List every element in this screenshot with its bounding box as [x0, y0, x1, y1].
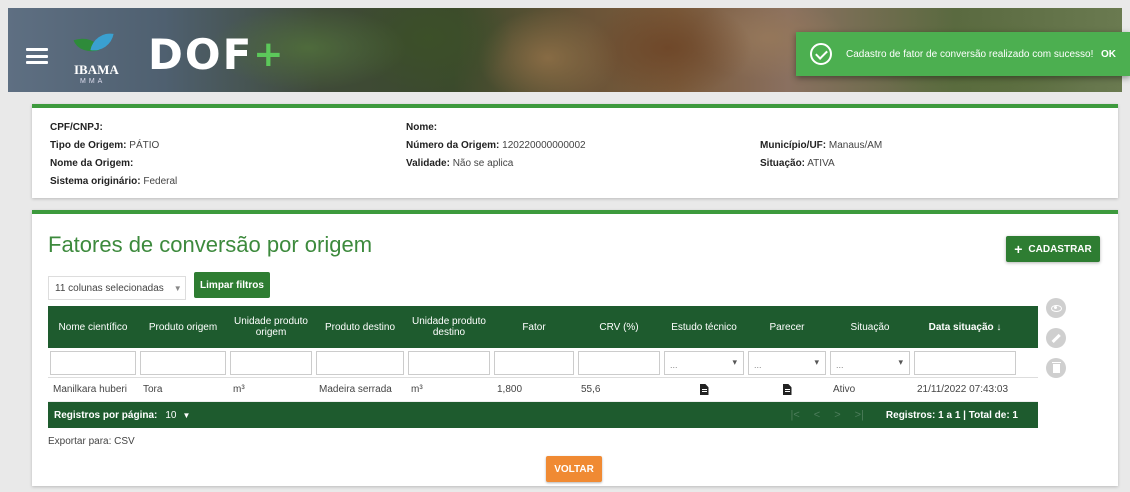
grid-footer: Registros por página: 10 ▼ |< < > >| Reg… — [48, 402, 1038, 428]
conversion-factors-grid: Nome científico Produto origem Unidade p… — [48, 306, 1038, 428]
municipio-field: Município/UF: Manaus/AM — [760, 140, 883, 151]
col-header-unidade-origem[interactable]: Unidade produto origem — [228, 306, 314, 348]
rows-per-page-label: Registros por página: — [54, 409, 158, 421]
col-header-estudo[interactable]: Estudo técnico — [662, 306, 746, 348]
validade-field: Validade: Não se aplica — [406, 158, 514, 169]
parecer-document-icon[interactable] — [746, 384, 828, 395]
last-page-icon[interactable]: >| — [855, 409, 864, 421]
dof-logo: DOF+ — [148, 30, 286, 79]
success-toast: Cadastro de fator de conversão realizado… — [796, 32, 1130, 76]
chevron-down-icon: ▼ — [173, 283, 182, 293]
toast-ok-button[interactable]: OK — [1101, 49, 1116, 60]
first-page-icon[interactable]: |< — [790, 409, 799, 421]
cell-data: 21/11/2022 07:43:03 — [917, 384, 1009, 395]
sistema-field: Sistema originário: Federal — [50, 176, 178, 187]
col-header-parecer[interactable]: Parecer — [746, 306, 828, 348]
plus-icon: + — [1014, 241, 1023, 257]
records-summary: Registros: 1 a 1 | Total de: 1 — [885, 409, 1018, 421]
cell-unidade-origem: m³ — [233, 384, 245, 395]
col-header-data[interactable]: Data situação ↓ — [912, 306, 1018, 348]
pagination: |< < > >| — [790, 409, 863, 421]
trash-icon — [1051, 361, 1061, 373]
page-title: Fatores de conversão por origem — [48, 232, 373, 257]
tipo-field: Tipo de Origem: PÁTIO — [50, 140, 160, 151]
ibama-text: IBAMA — [74, 62, 119, 77]
cell-situacao: Ativo — [833, 384, 856, 395]
check-circle-icon — [810, 43, 832, 65]
prev-page-icon[interactable]: < — [814, 409, 820, 421]
col-header-situacao[interactable]: Situação — [828, 306, 912, 348]
chevron-down-icon[interactable]: ▼ — [182, 411, 190, 420]
col-header-nome[interactable]: Nome científico — [48, 306, 138, 348]
cell-fator: 1,800 — [497, 384, 523, 395]
filter-unidade-origem-input[interactable] — [230, 350, 312, 375]
rows-per-page-select[interactable]: 10 — [165, 410, 176, 421]
menu-icon[interactable] — [26, 48, 48, 64]
numero-field: Número da Origem: 120220000000002 — [406, 140, 586, 151]
col-header-crv[interactable]: CRV (%) — [576, 306, 662, 348]
filter-estudo-dropdown[interactable]: ... — [664, 350, 744, 375]
clear-filters-button[interactable]: Limpar filtros — [194, 272, 270, 298]
column-selector-dropdown[interactable]: 11 colunas selecionadas ▼ — [48, 276, 186, 300]
table-row[interactable]: Manilkara huberi Tora m³ Madeira serrada… — [48, 378, 1038, 402]
view-button[interactable] — [1046, 298, 1066, 318]
row-actions — [1046, 298, 1068, 388]
filter-parecer-dropdown[interactable]: ... — [748, 350, 826, 375]
grid-header: Nome científico Produto origem Unidade p… — [48, 306, 1038, 348]
filter-unidade-destino-input[interactable] — [408, 350, 490, 375]
col-header-unidade-destino[interactable]: Unidade produto destino — [406, 306, 492, 348]
filter-data-input[interactable] — [914, 350, 1016, 375]
mma-text: MMA — [80, 78, 106, 85]
cell-produto-destino: Madeira serrada — [319, 384, 392, 395]
cell-crv: 55,6 — [581, 384, 601, 395]
cell-produto-origem: Tora — [143, 384, 163, 395]
cell-nome: Manilkara huberi — [53, 384, 127, 395]
cadastrar-button[interactable]: + CADASTRAR — [1006, 236, 1100, 262]
col-header-fator[interactable]: Fator — [492, 306, 576, 348]
nome-field: Nome: — [406, 122, 438, 133]
voltar-button[interactable]: VOLTAR — [546, 456, 602, 482]
filter-crv-input[interactable] — [578, 350, 660, 375]
ibama-logo: IBAMA MMA — [70, 30, 126, 92]
cpf-field: CPF/CNPJ: — [50, 122, 103, 133]
pencil-icon — [1051, 333, 1061, 343]
nome-origem-field: Nome da Origem: — [50, 158, 134, 169]
cell-unidade-destino: m³ — [411, 384, 423, 395]
estudo-document-icon[interactable] — [662, 384, 746, 395]
eye-icon — [1050, 304, 1062, 312]
situacao-field: Situação: ATIVA — [760, 158, 835, 169]
next-page-icon[interactable]: > — [834, 409, 840, 421]
filter-fator-input[interactable] — [494, 350, 574, 375]
filter-produto-destino-input[interactable] — [316, 350, 404, 375]
toast-message: Cadastro de fator de conversão realizado… — [846, 48, 1094, 60]
filter-nome-input[interactable] — [50, 350, 136, 375]
filter-row: ... ... ... — [48, 348, 1038, 378]
delete-button[interactable] — [1046, 358, 1066, 378]
filter-situacao-dropdown[interactable]: ... — [830, 350, 910, 375]
col-header-produto-origem[interactable]: Produto origem — [138, 306, 228, 348]
col-header-produto-destino[interactable]: Produto destino — [314, 306, 406, 348]
origin-info-card: CPF/CNPJ: Tipo de Origem: PÁTIO Nome da … — [32, 104, 1118, 198]
edit-button[interactable] — [1046, 328, 1066, 348]
conversion-factors-card: Fatores de conversão por origem + CADAST… — [32, 210, 1118, 486]
header-banner: IBAMA MMA DOF+ Cadastro de fator de conv… — [8, 8, 1130, 92]
filter-produto-origem-input[interactable] — [140, 350, 226, 375]
export-csv-link[interactable]: Exportar para: CSV — [48, 436, 135, 447]
